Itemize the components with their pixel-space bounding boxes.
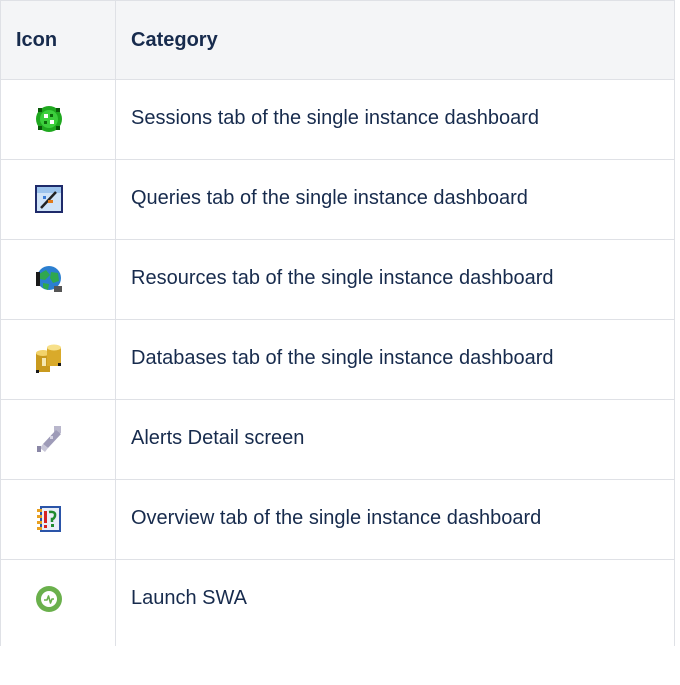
table-row: Queries tab of the single instance dashb… (0, 159, 675, 240)
category-cell: Databases tab of the single instance das… (115, 319, 675, 400)
launch-swa-icon (36, 586, 62, 612)
icon-cell (0, 239, 116, 320)
overview-icon (37, 506, 61, 532)
icon-cell (0, 559, 116, 646)
table-row: Sessions tab of the single instance dash… (0, 79, 675, 160)
sessions-icon (36, 106, 62, 132)
icon-legend-table: Icon Category Sessions tab of the single… (0, 0, 675, 646)
category-cell: Overview tab of the single instance dash… (115, 479, 675, 560)
table-row: Overview tab of the single instance dash… (0, 479, 675, 560)
category-cell: Launch SWA (115, 559, 675, 646)
category-cell: Resources tab of the single instance das… (115, 239, 675, 320)
icon-column-header: Icon (0, 0, 116, 80)
table-row: Alerts Detail screen (0, 399, 675, 480)
category-cell: Alerts Detail screen (115, 399, 675, 480)
table-row: Launch SWA (0, 559, 675, 646)
icon-cell (0, 319, 116, 400)
category-cell: Sessions tab of the single instance dash… (115, 79, 675, 160)
category-column-header: Category (115, 0, 675, 80)
category-cell: Queries tab of the single instance dashb… (115, 159, 675, 240)
queries-icon (35, 185, 63, 213)
databases-icon (36, 344, 61, 373)
icon-cell (0, 159, 116, 240)
alerts-detail-icon (37, 426, 61, 452)
icon-cell (0, 79, 116, 160)
table-row: Databases tab of the single instance das… (0, 319, 675, 400)
icon-cell (0, 399, 116, 480)
icon-cell (0, 479, 116, 560)
table-header-row: Icon Category (0, 0, 675, 80)
resources-icon (36, 266, 62, 292)
table-row: Resources tab of the single instance das… (0, 239, 675, 320)
